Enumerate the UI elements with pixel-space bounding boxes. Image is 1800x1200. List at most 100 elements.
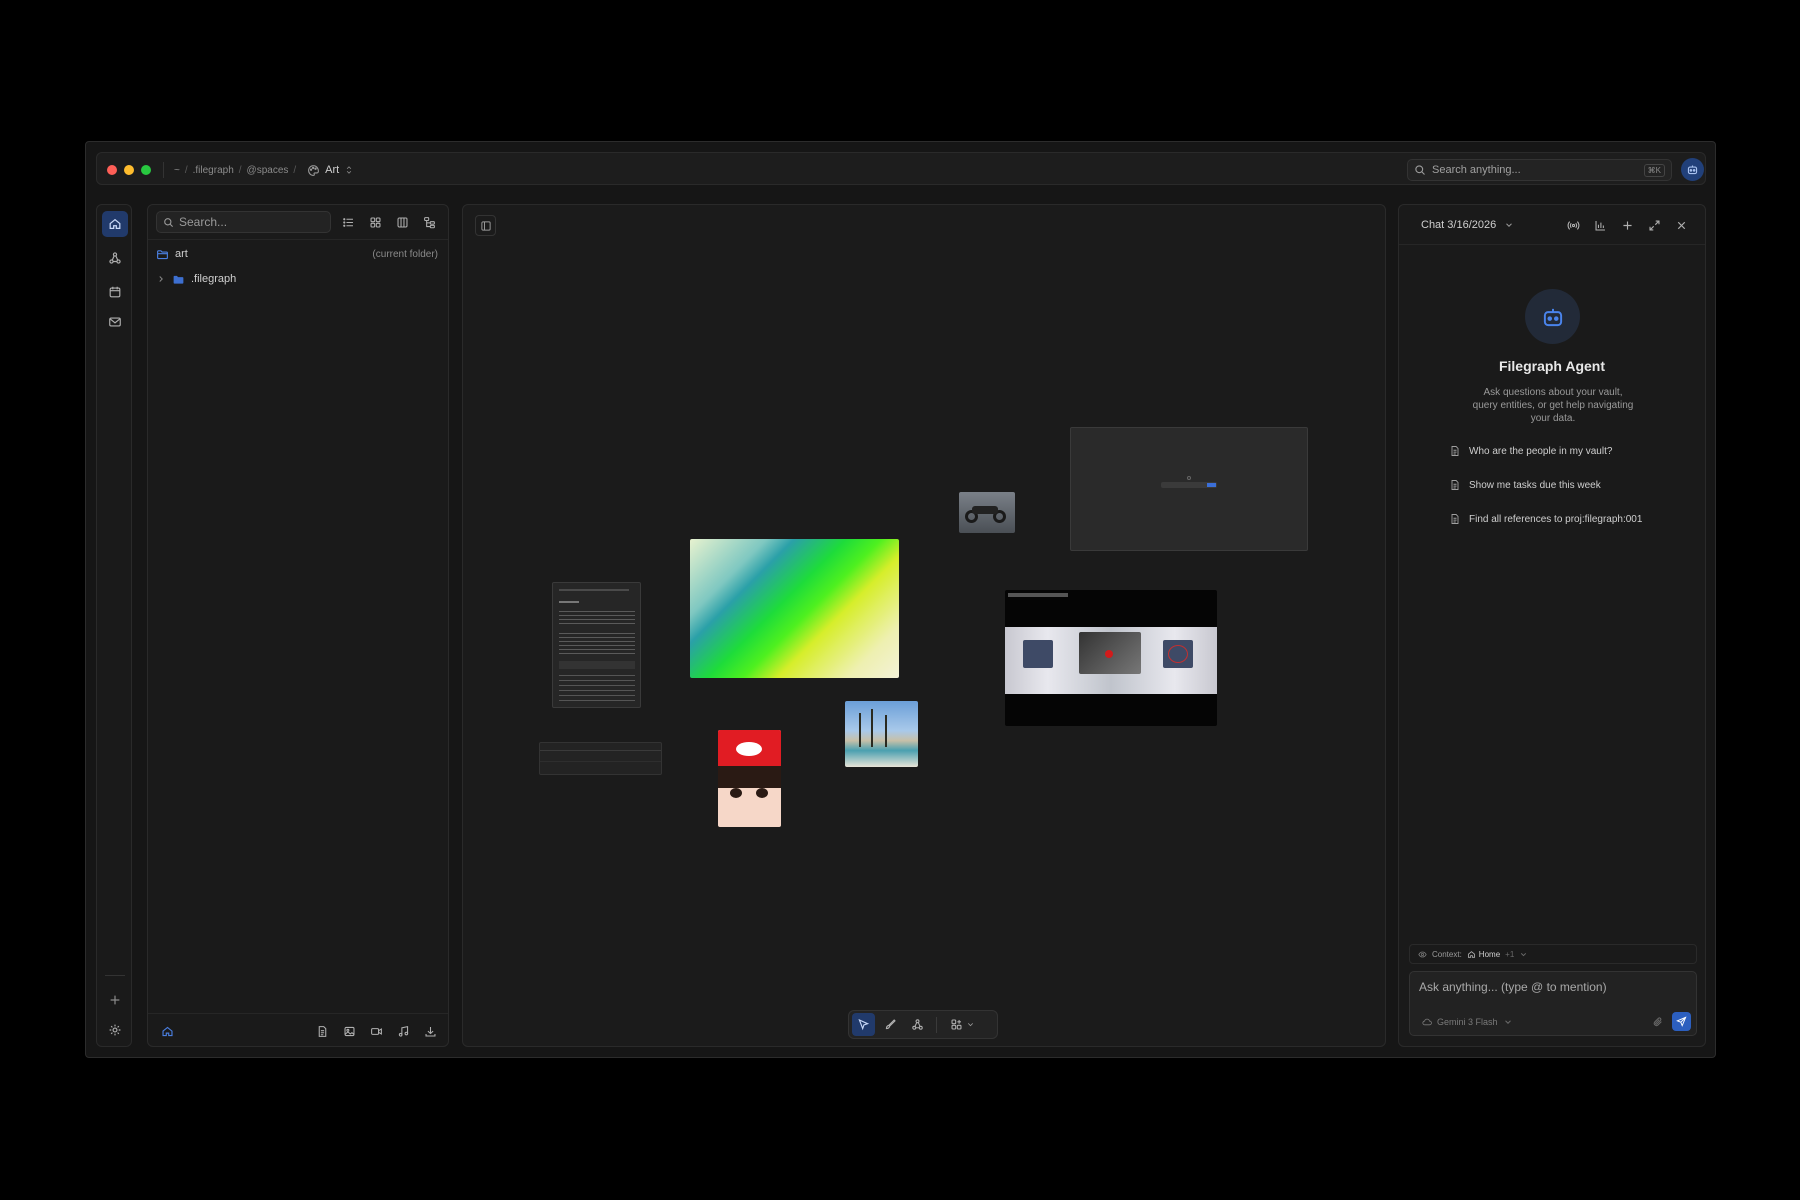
activity-graph-button[interactable]: [102, 245, 128, 271]
explorer-search[interactable]: [156, 211, 331, 233]
plus-icon: [1622, 220, 1632, 230]
toggle-sidebar-button[interactable]: [475, 215, 496, 236]
chevron-down-icon: [967, 1023, 973, 1027]
close-chat-button[interactable]: [1672, 216, 1690, 234]
brush-icon: [885, 1019, 896, 1030]
broadcast-icon: [1567, 220, 1579, 230]
tree-view-button[interactable]: [419, 212, 440, 233]
explorer-search-input[interactable]: [179, 215, 319, 229]
title-bar: ~ / .filegraph / @spaces / Art Search an…: [96, 152, 1706, 185]
search-icon: [164, 217, 174, 227]
robot-icon: [1687, 165, 1698, 175]
grid-view-button[interactable]: [365, 212, 386, 233]
close-window-button[interactable]: [107, 165, 117, 175]
agent-toggle-button[interactable]: [1681, 158, 1704, 181]
space-switcher[interactable]: Art: [307, 164, 354, 177]
canvas-card-green-gradient[interactable]: [690, 539, 899, 678]
list-view-button[interactable]: [338, 212, 359, 233]
chat-session-selector[interactable]: Chat 3/16/2026: [1421, 219, 1514, 231]
graph-tool-button[interactable]: [906, 1013, 929, 1036]
toolbar-divider: [936, 1016, 937, 1033]
breadcrumb-filegraph[interactable]: .filegraph: [193, 165, 234, 176]
robot-icon: [1543, 308, 1562, 326]
tree-item-current-folder[interactable]: art (current folder): [156, 244, 442, 264]
add-image-button[interactable]: [340, 1022, 358, 1040]
draw-tool-button[interactable]: [879, 1013, 902, 1036]
music-icon: [398, 1025, 408, 1037]
document-icon: [1451, 480, 1459, 490]
add-audio-button[interactable]: [394, 1022, 412, 1040]
attach-button[interactable]: [1650, 1014, 1666, 1030]
plus-icon: [110, 995, 120, 1005]
select-tool-button[interactable]: [852, 1013, 875, 1036]
file-explorer: art (current folder) .filegraph: [147, 204, 449, 1047]
canvas-card-motorcycle-photo[interactable]: [959, 492, 1015, 533]
graph-icon: [109, 252, 121, 264]
agent-description: Ask questions about your vault, query en…: [1472, 387, 1634, 424]
context-bar[interactable]: Context: Home +1: [1409, 944, 1697, 964]
footer-home-button[interactable]: [158, 1022, 176, 1040]
chat-panel: Chat 3/16/2026 Filegraph Agent Ask quest…: [1398, 204, 1706, 1047]
minimize-window-button[interactable]: [124, 165, 134, 175]
suggestion-label: Find all references to proj:filegraph:00…: [1469, 513, 1643, 525]
columns-view-button[interactable]: [392, 212, 413, 233]
tree-view-icon: [424, 217, 435, 229]
breadcrumb-spaces[interactable]: @spaces: [247, 165, 289, 176]
chevron-right-icon[interactable]: [156, 274, 166, 284]
widgets-icon: [951, 1019, 961, 1030]
maximize-window-button[interactable]: [141, 165, 151, 175]
chevron-down-icon: [1504, 1020, 1511, 1024]
suggestion-references[interactable]: Find all references to proj:filegraph:00…: [1439, 505, 1667, 533]
model-name: Gemini 3 Flash: [1437, 1017, 1498, 1027]
paperclip-icon: [1653, 1017, 1662, 1027]
import-button[interactable]: [421, 1022, 439, 1040]
cloud-icon: [1422, 1018, 1432, 1026]
new-note-icon: [318, 1025, 326, 1037]
document-icon: [1451, 446, 1459, 456]
send-button[interactable]: [1672, 1012, 1691, 1031]
suggestion-label: Who are the people in my vault?: [1469, 445, 1613, 457]
explorer-divider: [148, 239, 448, 240]
search-icon: [1415, 165, 1425, 175]
canvas-card-document[interactable]: [552, 582, 641, 708]
bar-chart-icon: [1595, 220, 1605, 230]
add-video-button[interactable]: [367, 1022, 385, 1040]
activity-mail-button[interactable]: [102, 309, 128, 335]
close-icon: [1677, 221, 1685, 229]
gear-icon: [109, 1024, 121, 1036]
expand-chat-button[interactable]: [1645, 216, 1663, 234]
global-search[interactable]: Search anything... ⌘K: [1407, 159, 1672, 181]
tree-item-filegraph[interactable]: .filegraph: [156, 269, 442, 289]
breadcrumb-home[interactable]: ~: [174, 165, 180, 176]
canvas-card-table[interactable]: [539, 742, 662, 775]
model-selector[interactable]: Gemini 3 Flash: [1422, 1017, 1513, 1027]
context-chip-home[interactable]: Home: [1467, 950, 1500, 959]
eye-icon: [1418, 951, 1427, 957]
activity-settings-button[interactable]: [102, 1017, 128, 1043]
canvas-card-anime-illustration[interactable]: [718, 730, 781, 827]
pointer-icon: [858, 1018, 870, 1031]
new-chat-button[interactable]: [1618, 216, 1636, 234]
activity-bar: [96, 204, 132, 1047]
view-mode-buttons: [338, 212, 440, 233]
image-icon: [344, 1026, 354, 1036]
new-note-button[interactable]: [313, 1022, 331, 1040]
expand-icon: [1648, 219, 1660, 231]
stats-button[interactable]: [1591, 216, 1609, 234]
chevron-down-icon[interactable]: [1519, 950, 1528, 959]
suggestion-people[interactable]: Who are the people in my vault?: [1439, 437, 1667, 465]
graph-icon: [912, 1019, 923, 1030]
widgets-menu-button[interactable]: [944, 1013, 980, 1036]
context-extra-count: +1: [1505, 949, 1515, 959]
canvas-card-palm-beach[interactable]: [845, 701, 918, 767]
chat-input[interactable]: [1419, 980, 1689, 998]
activity-add-button[interactable]: [102, 987, 128, 1013]
canvas-card-video-player[interactable]: [1005, 590, 1217, 726]
suggestion-tasks[interactable]: Show me tasks due this week: [1439, 471, 1667, 499]
canvas-card-app-screenshot[interactable]: [1070, 427, 1308, 551]
canvas-area[interactable]: [462, 204, 1386, 1047]
breadcrumb: ~ / .filegraph / @spaces / Art: [163, 162, 354, 178]
activity-calendar-button[interactable]: [102, 279, 128, 305]
activity-home-button[interactable]: [102, 211, 128, 237]
voice-button[interactable]: [1564, 216, 1582, 234]
